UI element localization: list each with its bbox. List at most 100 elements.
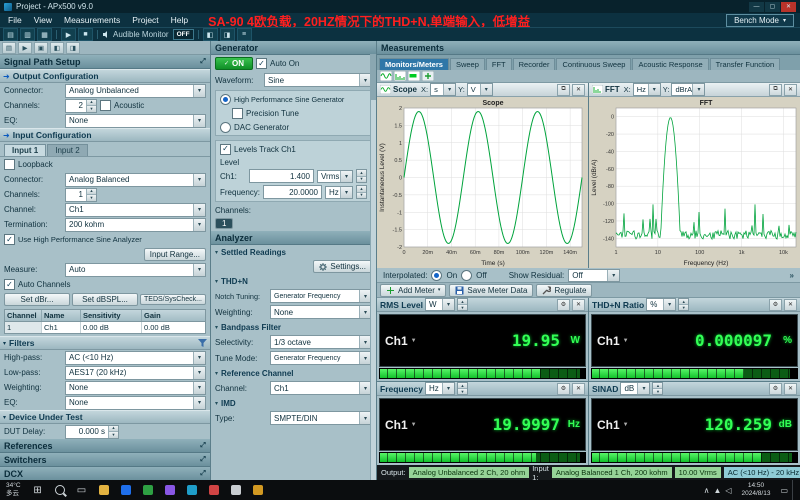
menu-file[interactable]: File bbox=[2, 15, 28, 25]
channel-1-toggle[interactable]: 1 bbox=[215, 218, 233, 229]
scope-y-unit-select[interactable]: V ▾ bbox=[467, 83, 493, 96]
taskbar-app-icon[interactable] bbox=[115, 480, 137, 500]
taskbar-search-button[interactable] bbox=[49, 480, 71, 500]
weather-widget[interactable]: 34°C 多云 bbox=[0, 482, 27, 498]
ch1-level-input[interactable]: 1.400 bbox=[249, 169, 314, 183]
set-dbspl-button[interactable]: Set dBSPL... bbox=[72, 293, 138, 306]
meter-channel-select[interactable]: Ch1 bbox=[597, 334, 620, 348]
sidebar-item-references[interactable]: References ⤢ bbox=[0, 439, 210, 453]
spinner-buttons[interactable]: ▲▼ bbox=[356, 185, 367, 199]
hp-analyzer-checkbox[interactable] bbox=[4, 234, 15, 245]
waveform-select[interactable]: Sine ▾ bbox=[264, 73, 372, 87]
close-icon[interactable]: ✕ bbox=[572, 299, 585, 311]
fft-plot[interactable]: 0-20-40-60-80-100-120-1401101001k10kFFTF… bbox=[589, 97, 800, 270]
close-icon[interactable]: ✕ bbox=[572, 383, 585, 395]
filter-status[interactable]: AC (<10 Hz) - 20 kHz bbox=[724, 467, 800, 478]
spinner-buttons[interactable]: ▲▼ bbox=[86, 189, 96, 201]
stop-icon[interactable]: ■ bbox=[78, 28, 93, 41]
meter-channel-select[interactable]: Ch1 bbox=[597, 418, 620, 432]
close-icon[interactable]: ✕ bbox=[784, 84, 797, 96]
volume-icon[interactable]: ◁ bbox=[725, 486, 731, 495]
meter-unit-select[interactable]: Hz ▾ bbox=[425, 382, 455, 395]
input-channels-stepper[interactable]: 1 ▲▼ bbox=[65, 188, 97, 202]
split-view-icon[interactable]: ◧ bbox=[50, 42, 64, 54]
taskbar-app-icon[interactable] bbox=[181, 480, 203, 500]
frequency-input[interactable]: 20.0000 bbox=[263, 185, 322, 199]
show-desktop-button[interactable] bbox=[792, 480, 798, 500]
imd-expander[interactable]: ▾ IMD bbox=[211, 396, 376, 410]
dac-generator-radio[interactable] bbox=[220, 122, 231, 133]
settings-button[interactable]: Settings... bbox=[313, 260, 372, 273]
show-residual-select[interactable]: Off ▾ bbox=[568, 269, 620, 282]
new-project-icon[interactable]: ▤ bbox=[3, 28, 18, 41]
taskbar-app-icon[interactable] bbox=[159, 480, 181, 500]
tab-fft[interactable]: FFT bbox=[486, 58, 512, 70]
sequence-icon[interactable]: ▤ bbox=[2, 42, 16, 54]
task-view-button[interactable]: ▭ bbox=[71, 480, 93, 500]
open-project-icon[interactable]: ▥ bbox=[20, 28, 35, 41]
table-row[interactable]: 1 Ch1 0.00 dB 0.00 dB bbox=[5, 322, 205, 333]
interpolated-off-radio[interactable] bbox=[461, 270, 472, 281]
notch-tuning-select[interactable]: Generator Frequency ▾ bbox=[270, 289, 372, 303]
dut-header[interactable]: ▾ Device Under Test bbox=[0, 410, 210, 424]
overflow-chevrons-icon[interactable]: » bbox=[790, 271, 794, 280]
meter-unit-select[interactable]: W ▾ bbox=[425, 298, 455, 311]
taskbar-app-icon[interactable] bbox=[203, 480, 225, 500]
menu-view[interactable]: View bbox=[28, 15, 58, 25]
meter-settings-icon[interactable]: ⚙ bbox=[557, 383, 570, 395]
popout-icon[interactable]: ⧉ bbox=[769, 84, 782, 96]
weighting-select[interactable]: None ▾ bbox=[65, 381, 206, 395]
tab-input-2[interactable]: Input 2 bbox=[47, 144, 87, 156]
input-range-button[interactable]: Input Range... bbox=[144, 248, 206, 261]
levels-track-checkbox[interactable] bbox=[220, 144, 231, 155]
set-dbr-button[interactable]: Set dBr... bbox=[4, 293, 70, 306]
maximize-button[interactable]: ▢ bbox=[765, 2, 780, 12]
sidebar-item-dcx[interactable]: DCX ⤢ bbox=[0, 467, 210, 480]
popout-icon[interactable]: ⧉ bbox=[557, 84, 570, 96]
selectivity-select[interactable]: 1/3 octave ▾ bbox=[270, 335, 372, 349]
meter-channel-select[interactable]: Ch1 bbox=[385, 334, 408, 348]
spinner-buttons[interactable]: ▲▼ bbox=[457, 298, 468, 311]
thdn-weighting-select[interactable]: None ▾ bbox=[270, 305, 372, 319]
ch1-unit-select[interactable]: Vrms ▾ bbox=[317, 170, 353, 183]
regulate-button[interactable]: Regulate bbox=[536, 284, 592, 297]
add-meter-button[interactable]: Add Meter ▾ bbox=[380, 284, 446, 297]
spinner-buttons[interactable]: ▲▼ bbox=[678, 298, 689, 311]
output-channels-stepper[interactable]: 2 ▲▼ bbox=[65, 99, 97, 113]
output-config-header[interactable]: ➜ Output Configuration bbox=[0, 69, 210, 83]
sidebar-item-switchers[interactable]: Switchers ⤢ bbox=[0, 453, 210, 467]
taskbar-app-icon[interactable] bbox=[247, 480, 269, 500]
play-sequence-icon[interactable]: ▶ bbox=[18, 42, 32, 54]
meter-channel-select[interactable]: Ch1 bbox=[385, 418, 408, 432]
layout-icon[interactable]: ◨ bbox=[220, 28, 235, 41]
tab-transfer-function[interactable]: Transfer Function bbox=[710, 58, 781, 70]
precision-tune-checkbox[interactable] bbox=[232, 108, 243, 119]
thdn-expander[interactable]: ▾ THD+N bbox=[211, 274, 376, 288]
reference-channel-select[interactable]: Ch1 ▾ bbox=[270, 381, 372, 395]
collapse-panel-icon[interactable]: ⤢ bbox=[200, 58, 206, 66]
dut-delay-stepper[interactable]: 0.000 s ▲▼ bbox=[65, 425, 119, 439]
auto-on-checkbox[interactable] bbox=[256, 58, 267, 69]
input-connector-select[interactable]: Analog Balanced ▾ bbox=[65, 173, 206, 187]
taskbar-app-icon[interactable] bbox=[225, 480, 247, 500]
input1-status[interactable]: Analog Balanced 1 Ch, 200 kohm bbox=[552, 467, 672, 478]
close-icon[interactable]: ✕ bbox=[784, 299, 797, 311]
acoustic-checkbox[interactable] bbox=[100, 100, 111, 111]
network-icon[interactable]: ▲ bbox=[713, 486, 721, 495]
output-status[interactable]: Analog Unbalanced 2 Ch, 20 ohm bbox=[409, 467, 530, 478]
filter-icon[interactable] bbox=[198, 339, 207, 347]
add-monitor-icon[interactable] bbox=[422, 71, 434, 81]
tab-monitors-meters[interactable]: Monitors/Meters bbox=[379, 58, 449, 70]
monitor-icon[interactable]: ◧ bbox=[203, 28, 218, 41]
save-meter-data-button[interactable]: Save Meter Data bbox=[449, 284, 533, 297]
spinner-buttons[interactable]: ▲▼ bbox=[457, 382, 468, 395]
meter-settings-icon[interactable]: ⚙ bbox=[769, 383, 782, 395]
save-project-icon[interactable]: ▦ bbox=[37, 28, 52, 41]
bandpass-expander[interactable]: ▾ Bandpass Filter bbox=[211, 320, 376, 334]
scope-x-unit-select[interactable]: s ▾ bbox=[430, 83, 456, 96]
measure-select[interactable]: Auto ▾ bbox=[65, 263, 206, 277]
filters-header[interactable]: ▾ Filters bbox=[0, 336, 210, 350]
scope-plot[interactable]: 21.510.50-0.5-1-1.5-2020m40m60m80m100m12… bbox=[377, 97, 588, 270]
meter-settings-icon[interactable]: ⚙ bbox=[557, 299, 570, 311]
loopback-checkbox[interactable] bbox=[4, 159, 15, 170]
